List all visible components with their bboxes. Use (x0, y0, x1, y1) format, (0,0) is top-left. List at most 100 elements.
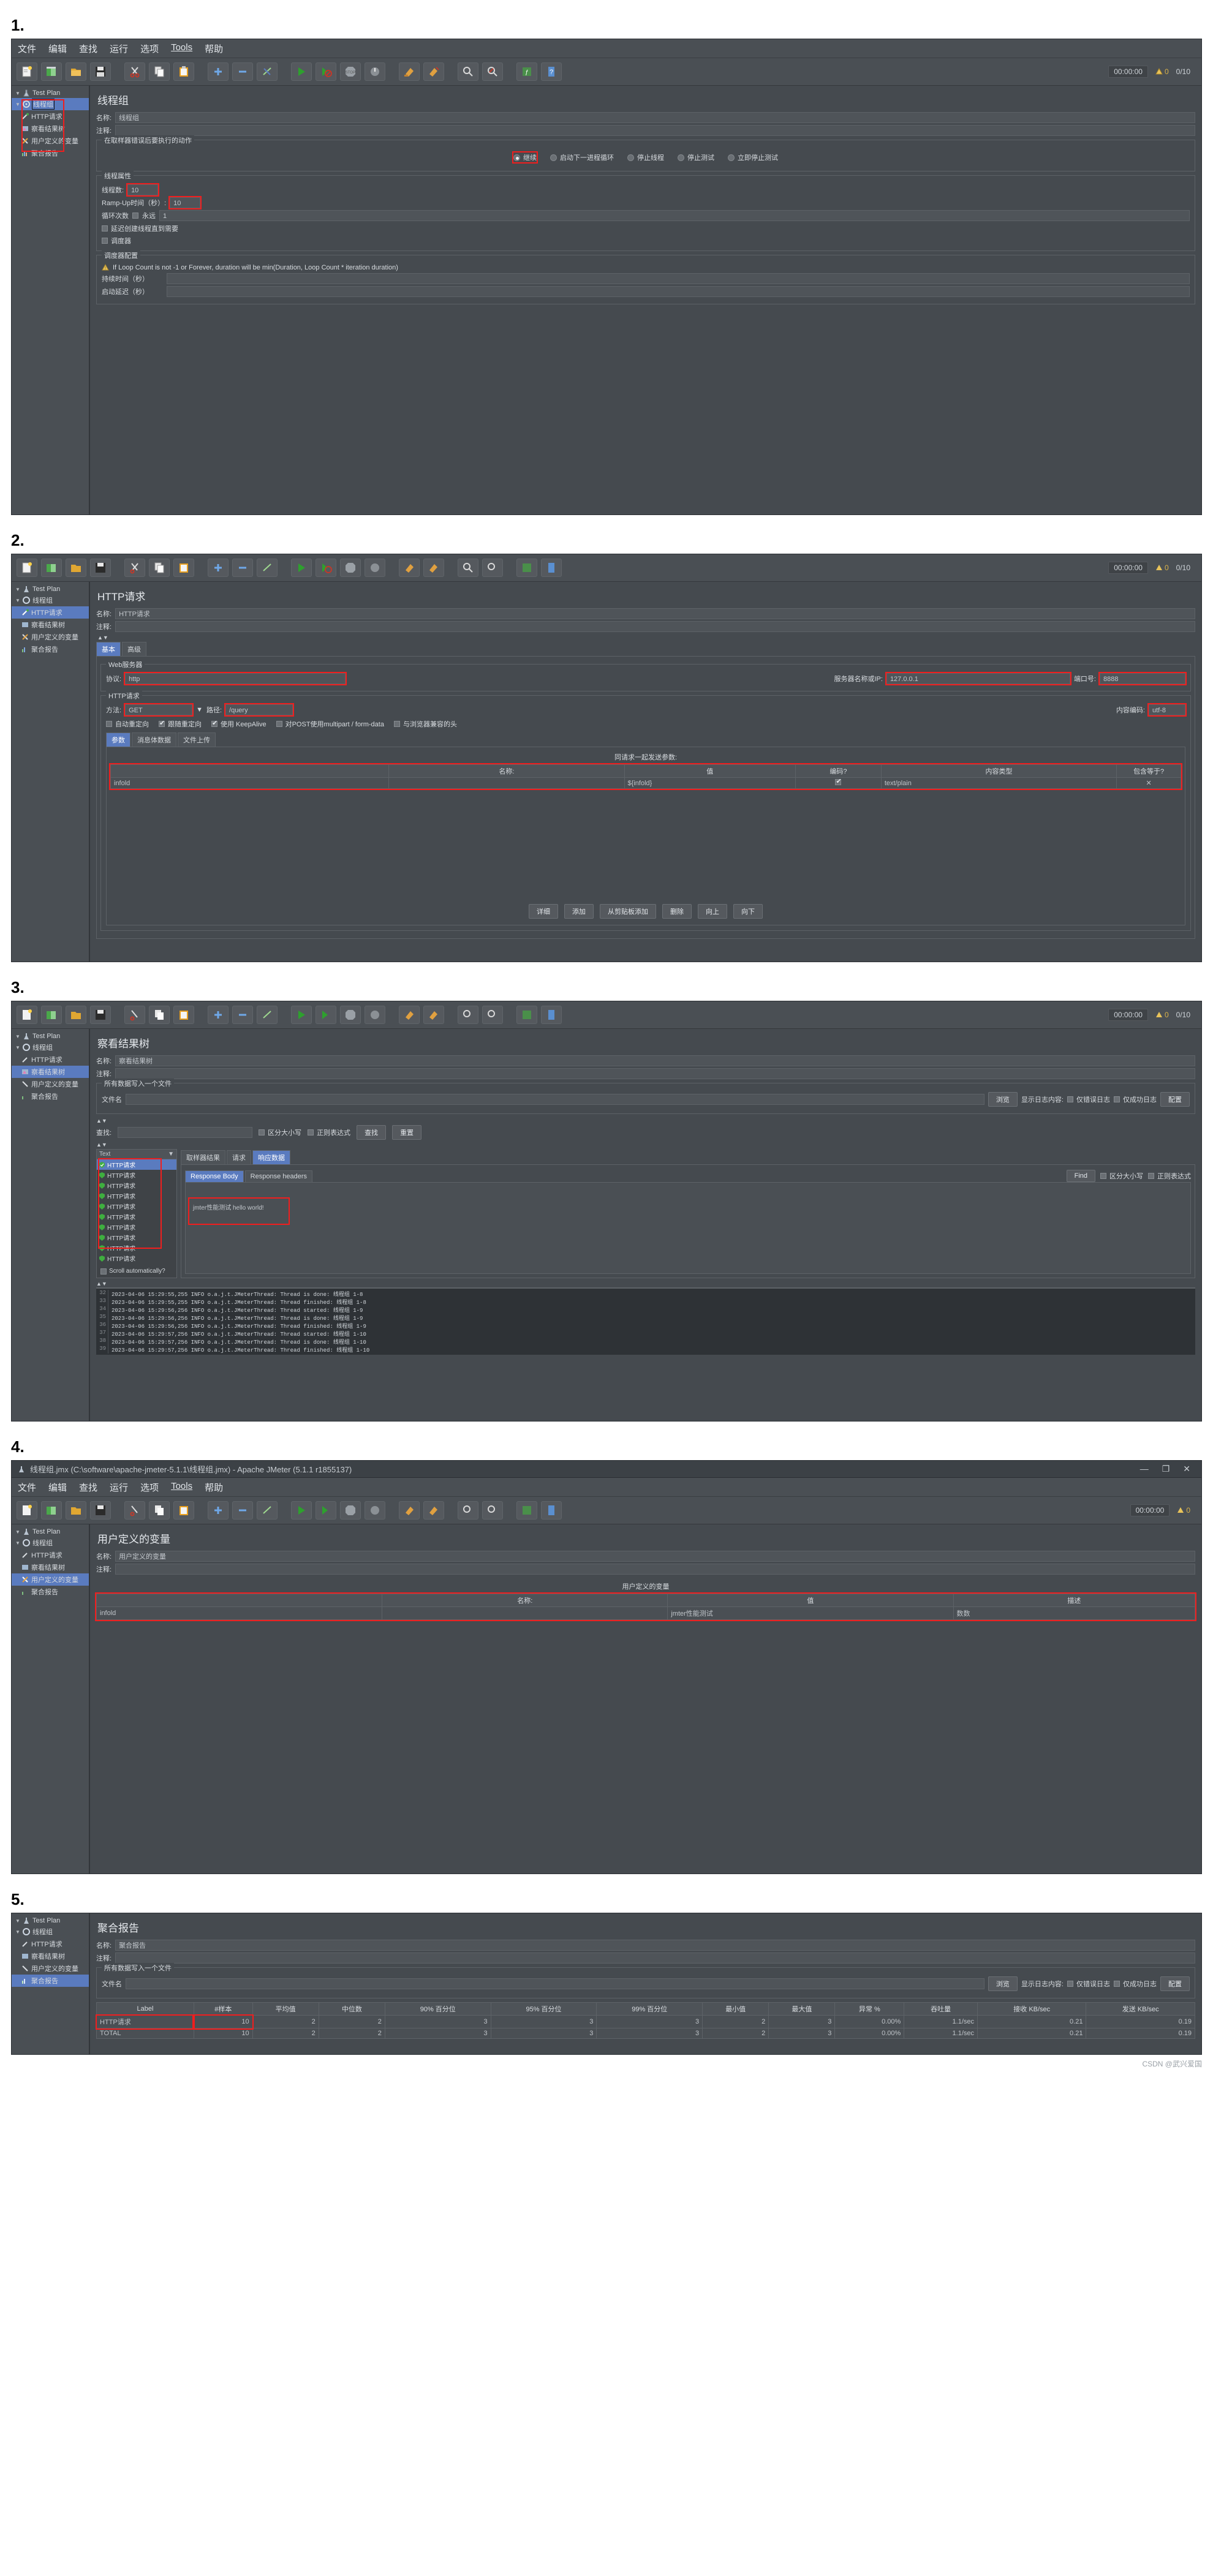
sidebar-item-http-request[interactable]: HTTP请求 (12, 1549, 89, 1561)
results-list-panel[interactable]: Text ▼ HTTP请求 HTTP请求 HTTP请求 HTTP请求 HTTP请求… (96, 1149, 177, 1278)
sidebar-item-user-defined-variables[interactable]: 用户定义的变量 (12, 1573, 89, 1586)
sidebar-item-view-results-tree[interactable]: 察看结果树 (12, 1066, 89, 1078)
delay-thread-checkbox[interactable] (102, 225, 108, 232)
stop-icon[interactable] (340, 1006, 361, 1024)
collapse-icon[interactable] (232, 62, 253, 81)
cell-value[interactable]: jmter性能测试 (667, 1606, 954, 1620)
menu-item-run[interactable]: 运行 (110, 42, 128, 55)
multipart-option[interactable]: 对POST使用multipart / form-data (276, 719, 384, 729)
help-icon[interactable]: ? (541, 62, 562, 81)
start-no-pauses-icon[interactable] (316, 1006, 336, 1024)
collapse-icon[interactable] (232, 1006, 253, 1024)
clear-all-icon[interactable] (423, 62, 444, 81)
errors-only-option[interactable]: 仅错误日志 (1067, 1979, 1110, 1989)
browser-headers-option[interactable]: 与浏览器兼容的头 (393, 719, 457, 729)
sidebar-item-aggregate-report[interactable]: 聚合报告 (12, 1090, 89, 1102)
close-button[interactable]: ✕ (1183, 1464, 1190, 1474)
save-icon[interactable] (90, 62, 111, 81)
minimize-button[interactable]: — (1140, 1464, 1149, 1474)
cut-icon[interactable] (124, 559, 145, 577)
menu-item-tools[interactable]: Tools (171, 42, 192, 55)
toggle-icon[interactable] (257, 62, 278, 81)
comment-input[interactable] (115, 1953, 1195, 1964)
errors-only-option[interactable]: 仅错误日志 (1067, 1094, 1110, 1104)
table-row[interactable]: infold jmter性能测试 数数 (96, 1606, 1196, 1620)
tab-basic[interactable]: 基本 (96, 642, 121, 656)
cell-error-pct[interactable]: 0.00% (834, 2028, 905, 2039)
cell-description[interactable]: 数数 (953, 1606, 1196, 1620)
cell-p95[interactable]: 3 (490, 2028, 597, 2039)
cell-value[interactable]: ${infold} (624, 777, 796, 789)
sidebar-item-aggregate-report[interactable]: 聚合报告 (12, 147, 89, 159)
sidebar-item-thread-group[interactable]: ▼ 线程组 (12, 1537, 89, 1549)
name-input[interactable]: 用户定义的变量 (115, 1551, 1195, 1562)
cell-samples[interactable]: 10 (193, 2028, 253, 2039)
cell-min[interactable]: 2 (702, 2015, 769, 2028)
startup-delay-input[interactable] (167, 286, 1190, 297)
success-only-checkbox[interactable] (1114, 1981, 1120, 1987)
parameters-table[interactable]: 名称: 值 编码? 内容类型 包含等于? infold ${infold} ✔ … (110, 764, 1181, 789)
function-helper-icon[interactable] (516, 1006, 537, 1024)
cell-name[interactable] (388, 777, 625, 789)
cut-icon[interactable] (124, 1501, 145, 1520)
open-icon[interactable] (66, 559, 86, 577)
tab-response-headers[interactable]: Response headers (244, 1170, 313, 1182)
cell-sent-kb[interactable]: 0.19 (1086, 2015, 1195, 2028)
cell-p90[interactable]: 3 (384, 2028, 491, 2039)
toolbar-1[interactable]: STOP ƒ ? 00:00:00 0 0/10 (12, 58, 1201, 86)
threads-input[interactable]: 10 (126, 183, 160, 197)
save-icon[interactable] (90, 559, 111, 577)
warning-count[interactable]: 0 (1155, 67, 1169, 76)
chevron-down-icon[interactable]: ▼ (15, 598, 20, 603)
stop-icon[interactable] (340, 1501, 361, 1520)
save-icon[interactable] (90, 1006, 111, 1024)
sidebar-item-user-defined-variables[interactable]: 用户定义的变量 (12, 135, 89, 147)
move-down-button[interactable]: 向下 (733, 904, 763, 919)
open-icon[interactable] (66, 1501, 86, 1520)
clear-all-icon[interactable] (423, 1501, 444, 1520)
cell-average[interactable]: 2 (252, 2028, 319, 2039)
chevron-down-icon[interactable]: ▼ (15, 1045, 20, 1050)
find-small-button[interactable]: Find (1066, 1170, 1095, 1182)
name-input[interactable]: 线程组 (115, 112, 1195, 123)
tab-response-data[interactable]: 响应数据 (252, 1150, 290, 1164)
paste-icon[interactable] (173, 1501, 194, 1520)
tab-parameters[interactable]: 参数 (106, 733, 130, 747)
list-item[interactable]: HTTP请求 (97, 1180, 176, 1191)
comment-input[interactable] (115, 125, 1195, 136)
search-reset-icon[interactable] (482, 1501, 503, 1520)
save-icon[interactable] (90, 1501, 111, 1520)
radio-stop-test[interactable]: 停止测试 (678, 153, 714, 162)
cell-received-kb[interactable]: 0.21 (977, 2015, 1087, 2028)
path-input[interactable]: /query (224, 703, 295, 717)
tab-advanced[interactable]: 高级 (122, 642, 146, 656)
rampup-input[interactable]: 10 (168, 196, 202, 209)
sidebar-item-http-request[interactable]: HTTP请求 (12, 1938, 89, 1950)
comment-input[interactable] (115, 1564, 1195, 1575)
menu-item-file[interactable]: 文件 (18, 42, 36, 55)
toolbar-2[interactable]: 00:00:00 0 0/10 (12, 554, 1201, 582)
browse-button[interactable]: 浏览 (988, 1092, 1018, 1107)
chevron-down-icon[interactable]: ▼ (168, 1151, 174, 1158)
success-only-option[interactable]: 仅成功日志 (1114, 1979, 1157, 1989)
copy-icon[interactable] (149, 62, 170, 81)
warning-count[interactable]: 0 (1177, 1506, 1190, 1515)
sidebar-item-http-request[interactable]: HTTP请求 (12, 1053, 89, 1066)
cell-p99[interactable]: 3 (596, 2028, 703, 2039)
warning-count[interactable]: 0 (1155, 1011, 1169, 1019)
cell-sent-kb[interactable]: 0.19 (1086, 2028, 1195, 2039)
cell-label[interactable]: HTTP请求 (95, 2014, 195, 2030)
scheduler-checkbox[interactable] (102, 238, 108, 244)
function-helper-icon[interactable]: ƒ (516, 62, 537, 81)
function-helper-icon[interactable] (516, 559, 537, 577)
sidebar-item-aggregate-report[interactable]: 聚合报告 (12, 1975, 89, 1987)
http-sub-tabs[interactable]: 参数 消息体数据 文件上传 (106, 733, 1185, 747)
filename-input[interactable] (126, 1094, 984, 1105)
radio-stop-test-now[interactable]: 立即停止测试 (728, 153, 778, 162)
toolbar-3[interactable]: 00:00:00 0 0/10 (12, 1001, 1201, 1029)
menu-item-options[interactable]: 选项 (140, 42, 159, 55)
radio-dot-icon[interactable] (728, 154, 735, 161)
start-no-pauses-icon[interactable] (316, 1501, 336, 1520)
cell-max[interactable]: 3 (768, 2015, 836, 2028)
cell-average[interactable]: 2 (252, 2015, 319, 2028)
